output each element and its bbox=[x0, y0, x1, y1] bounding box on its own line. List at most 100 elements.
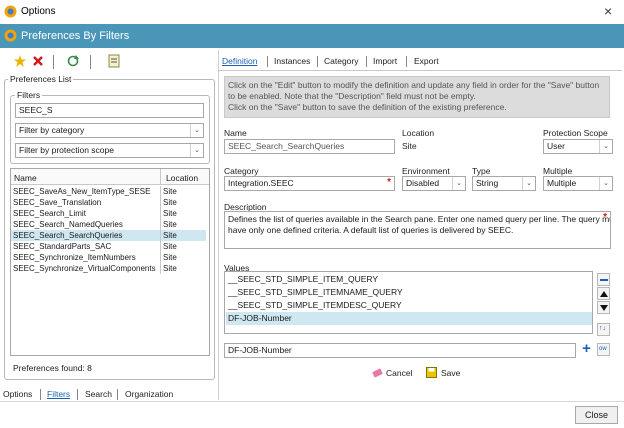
close-window-icon[interactable]: × bbox=[604, 3, 612, 19]
window-title: Options bbox=[21, 6, 56, 17]
chevron-down-icon: ⌄ bbox=[452, 177, 465, 190]
environment-value: Disabled bbox=[406, 178, 440, 188]
table-row[interactable]: SEEC_SaveAs_New_ItemType_SESE Site bbox=[11, 186, 206, 197]
row-name: SEEC_Search_NamedQueries bbox=[13, 220, 123, 229]
value-item[interactable]: __SEEC_STD_SIMPLE_ITEMNAME_QUERY bbox=[226, 286, 592, 299]
table-row[interactable]: SEEC_Save_Translation Site bbox=[11, 197, 206, 208]
footer-divider bbox=[0, 401, 624, 402]
row-location: Site bbox=[163, 253, 177, 262]
move-up-button[interactable] bbox=[597, 287, 610, 300]
chevron-down-icon: ⌄ bbox=[190, 124, 203, 137]
row-name: SEEC_Synchronize_ItemNumbers bbox=[13, 253, 136, 262]
chevron-down-icon: ⌄ bbox=[190, 144, 203, 157]
tab-filters[interactable]: Filters bbox=[47, 389, 70, 399]
tab-organization[interactable]: Organization bbox=[125, 389, 173, 399]
column-divider bbox=[160, 252, 161, 263]
tab-export[interactable]: Export bbox=[414, 56, 439, 66]
required-marker: * bbox=[603, 212, 607, 223]
export-icon[interactable] bbox=[108, 54, 120, 68]
close-button[interactable]: Close bbox=[575, 406, 618, 424]
info-box: Click on the "Edit" button to modify the… bbox=[224, 76, 610, 118]
add-value-plus-icon[interactable]: + bbox=[580, 341, 593, 356]
info-line-2: to be enabled. Note that the "Descriptio… bbox=[228, 91, 476, 101]
type-label: Type bbox=[472, 166, 491, 176]
location-label: Location bbox=[402, 128, 435, 138]
sort-values-button[interactable]: ↑↓ bbox=[597, 323, 610, 336]
required-marker: * bbox=[387, 177, 391, 188]
refresh-icon[interactable] bbox=[67, 55, 79, 67]
tab-search[interactable]: Search bbox=[85, 389, 112, 399]
row-location: Site bbox=[163, 209, 177, 218]
tab-separator bbox=[117, 389, 118, 400]
column-divider bbox=[160, 219, 161, 230]
chevron-down-icon: ⌄ bbox=[599, 140, 612, 153]
tab-category[interactable]: Category bbox=[324, 56, 359, 66]
table-row[interactable]: SEEC_Synchronize_ItemNumbers Site bbox=[11, 252, 206, 263]
insert-value-icon: ow bbox=[599, 346, 607, 352]
environment-select[interactable]: Disabled ⌄ bbox=[402, 176, 466, 191]
tab-separator bbox=[366, 56, 367, 67]
type-select[interactable]: String ⌄ bbox=[472, 176, 536, 191]
value-item[interactable]: DF-JOB-Number bbox=[226, 312, 592, 325]
filter-text-input[interactable]: SEEC_S bbox=[15, 103, 204, 118]
multiple-value: Multiple bbox=[547, 178, 577, 188]
scope-filter-value: Filter by protection scope bbox=[19, 145, 114, 155]
description-textarea[interactable]: Defines the list of queries available in… bbox=[224, 211, 611, 249]
table-row[interactable]: SEEC_Search_NamedQueries Site bbox=[11, 219, 206, 230]
row-name: SEEC_SaveAs_New_ItemType_SESE bbox=[13, 187, 151, 196]
title-bar bbox=[0, 0, 624, 24]
column-divider bbox=[160, 169, 161, 185]
tab-import[interactable]: Import bbox=[373, 56, 397, 66]
row-location: Site bbox=[163, 220, 177, 229]
tab-instances[interactable]: Instances bbox=[274, 56, 310, 66]
table-row[interactable]: SEEC_Search_Limit Site bbox=[11, 208, 206, 219]
value-item[interactable]: __SEEC_STD_SIMPLE_ITEM_QUERY bbox=[226, 273, 592, 286]
preferences-list-title: Preferences List bbox=[8, 74, 74, 84]
column-location[interactable]: Location bbox=[166, 173, 198, 183]
tab-options[interactable]: Options bbox=[3, 389, 32, 399]
table-row[interactable]: SEEC_StandardParts_SAC Site bbox=[11, 241, 206, 252]
table-row[interactable]: SEEC_Search_SearchQueries Site bbox=[11, 230, 206, 241]
chevron-down-icon: ⌄ bbox=[599, 177, 612, 190]
column-divider bbox=[160, 230, 161, 241]
tab-separator bbox=[77, 389, 78, 400]
new-star-icon[interactable] bbox=[14, 55, 26, 67]
name-field: SEEC_Search_SearchQueries bbox=[224, 139, 395, 154]
save-button[interactable]: Save bbox=[441, 368, 460, 378]
row-name: SEEC_Synchronize_VirtualComponents bbox=[13, 264, 156, 273]
type-value: String bbox=[476, 178, 499, 188]
cancel-button[interactable]: Cancel bbox=[386, 368, 412, 378]
row-location: Site bbox=[163, 231, 177, 240]
scope-filter-select[interactable]: Filter by protection scope ⌄ bbox=[15, 143, 204, 158]
new-value-input[interactable]: DF-JOB-Number bbox=[224, 343, 576, 358]
column-divider bbox=[160, 208, 161, 219]
column-divider bbox=[160, 241, 161, 252]
column-divider bbox=[160, 197, 161, 208]
add-value-button[interactable]: ow bbox=[597, 343, 610, 356]
remove-value-button[interactable] bbox=[597, 273, 610, 286]
row-name: SEEC_Save_Translation bbox=[13, 198, 102, 207]
category-field[interactable]: Integration.SEEC * bbox=[224, 176, 395, 191]
preferences-logo-icon bbox=[4, 29, 17, 42]
value-item[interactable]: __SEEC_STD_SIMPLE_ITEMDESC_QUERY bbox=[226, 299, 592, 312]
protection-scope-select[interactable]: User ⌄ bbox=[543, 139, 613, 154]
filters-title: Filters bbox=[15, 90, 43, 100]
category-label: Category bbox=[224, 166, 259, 176]
tab-definition[interactable]: Definition bbox=[222, 56, 257, 66]
panel-splitter[interactable] bbox=[218, 50, 219, 400]
table-row[interactable]: SEEC_Synchronize_VirtualComponents Site bbox=[11, 263, 206, 274]
preferences-found-count: Preferences found: 8 bbox=[13, 363, 92, 373]
protection-scope-label: Protection Scope bbox=[543, 128, 608, 138]
delete-x-icon[interactable] bbox=[33, 56, 43, 66]
preferences-table: Name Location SEEC_SaveAs_New_ItemType_S… bbox=[10, 168, 210, 356]
row-location: Site bbox=[163, 198, 177, 207]
category-filter-select[interactable]: Filter by category ⌄ bbox=[15, 123, 204, 138]
column-name[interactable]: Name bbox=[14, 173, 37, 183]
row-location: Site bbox=[163, 187, 177, 196]
dialog-header-title: Preferences By Filters bbox=[21, 30, 130, 42]
values-list[interactable]: __SEEC_STD_SIMPLE_ITEM_QUERY __SEEC_STD_S… bbox=[224, 271, 593, 334]
tab-underline bbox=[218, 70, 622, 71]
move-down-button[interactable] bbox=[597, 301, 610, 314]
multiple-select[interactable]: Multiple ⌄ bbox=[543, 176, 613, 191]
location-value: Site bbox=[402, 141, 417, 151]
